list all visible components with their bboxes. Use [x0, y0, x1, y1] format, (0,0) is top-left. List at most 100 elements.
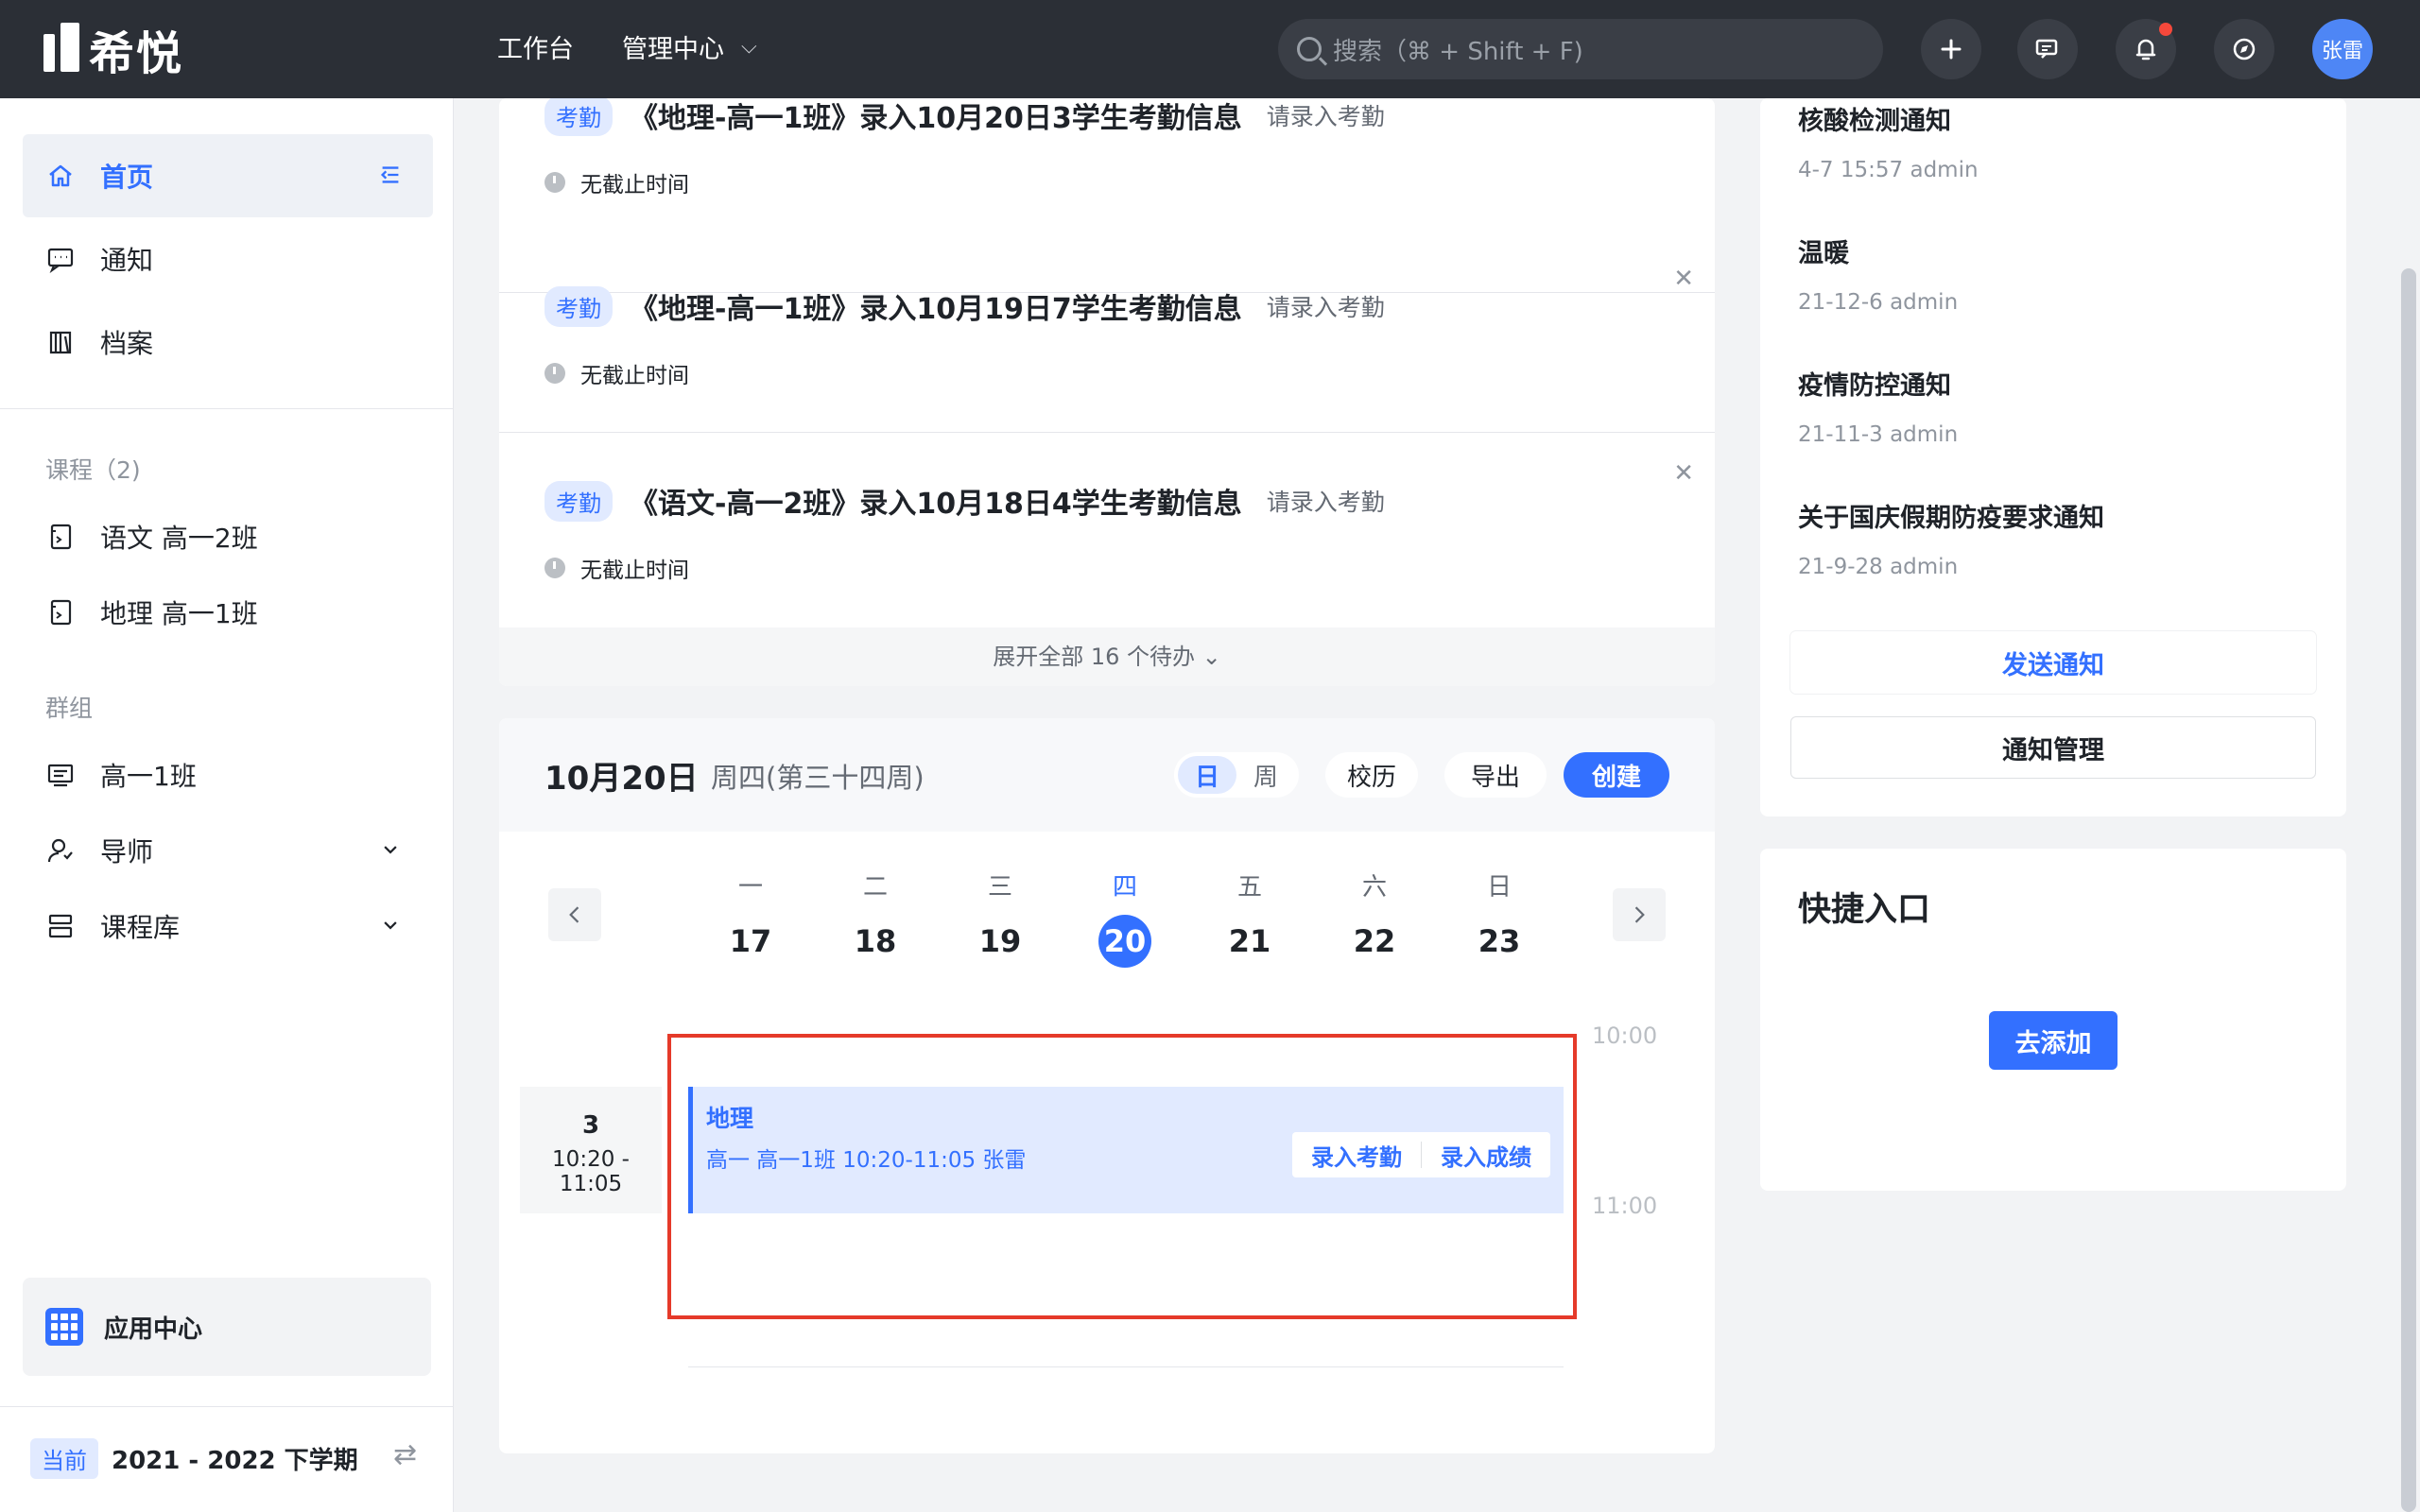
term-tag: 当前: [30, 1438, 98, 1479]
sidebar-item-notice[interactable]: 通知: [23, 217, 433, 301]
next-week-button[interactable]: [1613, 888, 1666, 941]
sidebar-item-home[interactable]: 首页: [23, 134, 433, 217]
hour-label: 10:00: [1592, 1022, 1658, 1049]
chat-icon: [2035, 39, 2058, 59]
class-icon: [45, 760, 76, 790]
day-weekday: 六: [1361, 873, 1387, 902]
sidebar-item-mentor[interactable]: 导师: [23, 809, 433, 892]
todo-deadline: 无截止时间: [580, 558, 689, 583]
todo-item[interactable]: 考勤 《地理-高一1班》录入10月19日7学生考勤信息 请录入考勤 无截止时间 …: [499, 238, 1715, 433]
day-column[interactable]: 一 17: [713, 868, 788, 968]
switch-term-icon[interactable]: ⇄: [393, 1438, 417, 1471]
app-center-button[interactable]: 应用中心: [23, 1278, 431, 1376]
chevron-right-icon: [1634, 906, 1645, 923]
sidebar-item-label: 高一1班: [100, 761, 197, 792]
day-weekday: 一: [737, 873, 763, 902]
notice-item[interactable]: 温暖 21-12-6 admin: [1798, 232, 1958, 315]
notification-button[interactable]: [2116, 19, 2176, 79]
day-weekday: 二: [862, 873, 888, 902]
todo-deadline: 无截止时间: [580, 173, 689, 198]
todo-item[interactable]: 考勤 《语文-高一2班》录入10月18日4学生考勤信息 请录入考勤 无截止时间 …: [499, 433, 1715, 627]
logo[interactable]: 希悦: [43, 23, 183, 80]
collapse-menu-icon[interactable]: [376, 161, 405, 189]
expand-all-todos[interactable]: 展开全部 16 个待办 ⌄: [499, 627, 1715, 686]
day-column-today[interactable]: 四 20: [1087, 868, 1163, 968]
nav-management-center[interactable]: 管理中心 ⌵: [622, 28, 757, 65]
todo-desc: 请录入考勤: [1266, 294, 1385, 321]
compass-icon: [2233, 38, 2256, 60]
sidebar-item-course-library[interactable]: 课程库: [23, 885, 433, 968]
home-icon: [45, 161, 76, 191]
school-calendar-button[interactable]: 校历: [1325, 752, 1418, 798]
calendar-card: 10月20日 周四(第三十四周) 日 周 校历 导出 创建 一 17 二 18 …: [499, 718, 1715, 1453]
app-center-label: 应用中心: [104, 1314, 203, 1344]
todo-desc: 请录入考勤: [1266, 489, 1385, 516]
todo-deadline: 无截止时间: [580, 364, 689, 388]
quick-entry-card: 快捷入口 去添加: [1760, 849, 2346, 1191]
chevron-down-icon[interactable]: [376, 835, 405, 864]
calendar-divider: [688, 1366, 1564, 1367]
top-bar: 希悦 工作台 管理中心 ⌵ 搜索（⌘ + Shift + F) 张雷: [0, 0, 2420, 98]
day-number: 20: [1098, 915, 1151, 968]
notice-title: 疫情防控通知: [1798, 371, 1951, 401]
day-number: 21: [1228, 923, 1271, 959]
nav-workbench[interactable]: 工作台: [497, 28, 574, 65]
close-icon[interactable]: ✕: [1673, 265, 1694, 293]
clock-icon: [544, 363, 565, 384]
day-number: 17: [729, 923, 772, 959]
view-day-tab[interactable]: 日: [1178, 756, 1236, 794]
chevron-down-icon[interactable]: [376, 911, 405, 939]
compass-button[interactable]: [2214, 19, 2274, 79]
day-weekday: 三: [987, 873, 1012, 902]
chevron-down-icon: ⌵: [741, 35, 757, 59]
notice-item[interactable]: 疫情防控通知 21-11-3 admin: [1798, 365, 1958, 447]
sidebar-item-course-chinese[interactable]: 语文 高一2班: [23, 495, 433, 578]
prev-week-button[interactable]: [548, 888, 601, 941]
notice-title: 核酸检测通知: [1798, 107, 1951, 136]
quick-entry-title: 快捷入口: [1798, 891, 1931, 929]
view-week-tab[interactable]: 周: [1236, 756, 1295, 794]
groups-header: 群组: [45, 695, 94, 722]
day-column[interactable]: 六 22: [1337, 868, 1412, 968]
export-button[interactable]: 导出: [1444, 752, 1547, 798]
add-quick-entry-button[interactable]: 去添加: [1989, 1011, 2118, 1070]
notice-item[interactable]: 关于国庆假期防疫要求通知 21-9-28 admin: [1798, 497, 2104, 579]
todo-title: 《地理-高一1班》录入10月19日7学生考勤信息: [630, 293, 1242, 326]
day-column[interactable]: 五 21: [1212, 868, 1288, 968]
day-number: 22: [1353, 923, 1396, 959]
plus-button[interactable]: [1921, 19, 1981, 79]
day-weekday: 五: [1236, 873, 1262, 902]
send-notice-button[interactable]: 发送通知: [1790, 631, 2316, 694]
day-column[interactable]: 二 18: [838, 868, 913, 968]
search-input[interactable]: 搜索（⌘ + Shift + F): [1278, 19, 1883, 79]
create-button[interactable]: 创建: [1564, 752, 1669, 798]
calendar-week: 周四(第三十四周): [711, 762, 925, 794]
unread-dot: [2159, 23, 2172, 36]
chat-button[interactable]: [2017, 19, 2078, 79]
sidebar-item-label: 课程库: [100, 912, 181, 943]
day-weekday: 四: [1112, 873, 1137, 902]
sidebar-item-course-geography[interactable]: 地理 高一1班: [23, 571, 433, 654]
book-icon: [45, 597, 76, 627]
day-number: 19: [978, 923, 1022, 959]
library-icon: [45, 911, 76, 941]
day-weekday: 日: [1486, 873, 1512, 902]
highlight-box: [667, 1034, 1577, 1319]
sidebar-item-archive[interactable]: 档案: [23, 301, 433, 384]
close-icon[interactable]: ✕: [1673, 459, 1694, 488]
clock-icon: [544, 558, 565, 578]
day-column[interactable]: 日 23: [1461, 868, 1537, 968]
notice-card: 核酸检测通知 4-7 15:57 admin 温暖 21-12-6 admin …: [1760, 98, 2346, 816]
manage-notice-button[interactable]: 通知管理: [1790, 716, 2316, 779]
day-column[interactable]: 三 19: [962, 868, 1038, 968]
message-icon: [45, 244, 76, 274]
term-selector[interactable]: 当前 2021 - 2022 下学期: [30, 1438, 358, 1479]
todo-title: 《语文-高一2班》录入10月18日4学生考勤信息: [630, 488, 1242, 521]
sidebar-item-class[interactable]: 高一1班: [23, 733, 433, 816]
scrollbar-thumb[interactable]: [2401, 268, 2416, 1512]
notice-title: 温暖: [1798, 239, 1849, 268]
archive-icon: [45, 327, 76, 357]
notice-item[interactable]: 核酸检测通知 4-7 15:57 admin: [1798, 100, 1979, 182]
sidebar-item-label: 通知: [100, 245, 154, 276]
avatar[interactable]: 张雷: [2312, 19, 2373, 79]
